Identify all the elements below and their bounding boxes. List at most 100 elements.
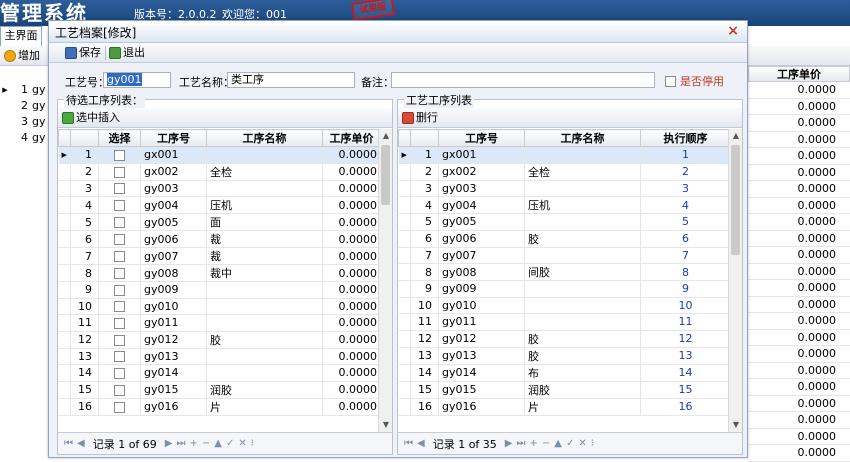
table-row[interactable]: 11 gy011 11 — [398, 313, 731, 331]
add-button[interactable]: 增加 — [4, 48, 40, 64]
pager-add-icon[interactable]: + — [530, 438, 538, 449]
select-checkbox[interactable] — [114, 284, 125, 296]
pager-last-icon[interactable]: ⏭ — [177, 438, 186, 449]
table-row[interactable]: 10 gy010 10 — [398, 297, 731, 314]
select-checkbox[interactable] — [114, 384, 125, 396]
pager-add-icon[interactable]: + — [190, 438, 198, 449]
table-row[interactable]: 9 gy009 9 — [398, 280, 731, 298]
price-column-header[interactable]: 工序单价 — [748, 66, 850, 82]
table-row[interactable]: 9 gy009 0.0000 — [58, 281, 381, 299]
header-select[interactable]: 选择 — [98, 129, 141, 147]
route-scrollbar[interactable]: ▲ ▼ — [728, 129, 742, 432]
scroll-up-icon[interactable]: ▲ — [729, 129, 743, 143]
pager-first-icon[interactable]: ⏮ — [64, 438, 73, 449]
delete-row-button[interactable]: 删行 — [402, 110, 438, 126]
table-row[interactable]: 6 gy006 胶 6 — [398, 230, 731, 248]
table-row[interactable]: 3 gy003 0.0000 — [58, 180, 381, 197]
scroll-thumb[interactable] — [381, 145, 390, 205]
insert-selected-button[interactable]: 选中插入 — [62, 110, 120, 126]
save-button[interactable]: 保存 — [65, 45, 101, 61]
remark-input[interactable] — [391, 72, 655, 88]
candidate-scrollbar[interactable]: ▲ ▼ — [378, 129, 392, 432]
select-cell[interactable] — [98, 364, 141, 382]
scroll-up-icon[interactable]: ▲ — [379, 129, 393, 143]
select-cell[interactable] — [98, 180, 141, 197]
header-process-price[interactable]: 工序单价 — [322, 129, 381, 147]
select-checkbox[interactable] — [114, 234, 125, 245]
main-grid-row[interactable]: ▶ 1 gy — [0, 82, 48, 98]
pager-last-icon[interactable]: ⏭ — [517, 438, 526, 449]
disabled-checkbox[interactable]: 是否停用 — [665, 73, 724, 89]
select-cell[interactable] — [98, 281, 141, 299]
table-row[interactable]: 12 gy012 胶 12 — [398, 330, 731, 348]
table-row[interactable]: 7 gy007 裁 0.0000 — [58, 247, 381, 265]
table-row[interactable]: 3 gy003 3 — [398, 180, 731, 197]
select-checkbox[interactable] — [114, 317, 125, 329]
table-row[interactable]: 13 gy013 胶 13 — [398, 347, 731, 365]
table-row[interactable]: 15 gy015 润胶 15 — [398, 381, 731, 399]
scroll-down-icon[interactable]: ▼ — [379, 418, 393, 432]
table-row[interactable]: 14 gy014 0.0000 — [58, 364, 381, 382]
close-icon[interactable]: × — [727, 23, 739, 39]
table-row[interactable]: 8 gy008 裁中 0.0000 — [58, 264, 381, 282]
code-input[interactable]: gy001 — [103, 72, 171, 88]
scroll-thumb[interactable] — [731, 145, 740, 255]
header-exec-order[interactable]: 执行顺序 — [640, 129, 731, 147]
select-cell[interactable] — [98, 247, 141, 265]
select-checkbox[interactable] — [114, 334, 125, 346]
select-cell[interactable] — [98, 381, 141, 399]
select-checkbox[interactable] — [114, 200, 125, 211]
pager-confirm-icon[interactable]: ✓ — [226, 438, 234, 449]
table-row[interactable]: 16 gy016 片 16 — [398, 398, 731, 416]
select-checkbox[interactable] — [114, 367, 125, 379]
table-row[interactable]: 5 gy005 面 0.0000 — [58, 213, 381, 231]
select-checkbox[interactable] — [114, 401, 125, 413]
pager-confirm-icon[interactable]: ✓ — [566, 438, 574, 449]
pager-remove-icon[interactable]: − — [202, 438, 210, 449]
table-row[interactable]: 14 gy014 布 14 — [398, 364, 731, 382]
main-grid-row[interactable]: 3 gy — [0, 114, 48, 130]
table-row[interactable]: 2 gx002 全检 0.0000 — [58, 163, 381, 181]
disabled-checkbox-box[interactable] — [665, 75, 676, 87]
tab-main[interactable]: 主界面 — [0, 26, 42, 46]
header-process-name[interactable]: 工序名称 — [206, 129, 323, 147]
pager-up-icon[interactable]: ▲ — [554, 438, 562, 449]
table-row[interactable]: 5 gy005 5 — [398, 213, 731, 231]
table-row[interactable]: 4 gy004 压机 0.0000 — [58, 196, 381, 214]
table-row[interactable]: 12 gy012 胶 0.0000 — [58, 331, 381, 349]
header-process-code[interactable]: 工序号 — [438, 129, 525, 147]
exit-button[interactable]: 退出 — [109, 45, 145, 61]
header-process-name[interactable]: 工序名称 — [524, 129, 641, 147]
select-checkbox[interactable] — [114, 251, 125, 262]
select-cell[interactable] — [98, 298, 141, 315]
main-grid-row[interactable]: 2 gy — [0, 98, 48, 114]
scroll-down-icon[interactable]: ▼ — [729, 418, 743, 432]
table-row[interactable]: 8 gy008 间胶 8 — [398, 263, 731, 281]
table-row[interactable]: 11 gy011 0.0000 — [58, 314, 381, 332]
pager-next-icon[interactable]: ▶ — [505, 438, 513, 449]
select-cell[interactable] — [98, 264, 141, 282]
header-process-code[interactable]: 工序号 — [140, 129, 207, 147]
table-row[interactable]: 13 gy013 0.0000 — [58, 348, 381, 365]
select-cell[interactable] — [98, 398, 141, 416]
select-checkbox[interactable] — [114, 166, 125, 178]
select-cell[interactable] — [98, 163, 141, 181]
select-cell[interactable] — [98, 213, 141, 231]
select-checkbox[interactable] — [114, 301, 125, 313]
table-row[interactable]: 7 gy007 7 — [398, 247, 731, 264]
pager-cancel-icon[interactable]: ✕ — [238, 438, 246, 449]
select-checkbox[interactable] — [114, 217, 125, 228]
select-cell[interactable] — [98, 196, 141, 214]
select-cell[interactable] — [98, 348, 141, 365]
select-checkbox[interactable] — [114, 183, 125, 195]
table-row[interactable]: 10 gy010 0.0000 — [58, 298, 381, 315]
pager-prev-icon[interactable]: ◀ — [417, 438, 425, 449]
pager-more-icon[interactable]: ⁝ — [251, 438, 254, 449]
select-checkbox[interactable] — [114, 351, 125, 363]
name-input[interactable]: 类工序 — [227, 72, 355, 88]
table-row[interactable]: 16 gy016 片 0.0000 — [58, 398, 381, 416]
select-checkbox[interactable] — [114, 149, 125, 161]
main-grid-row[interactable]: 4 gy — [0, 130, 48, 146]
pager-first-icon[interactable]: ⏮ — [404, 438, 413, 449]
pager-up-icon[interactable]: ▲ — [214, 438, 222, 449]
